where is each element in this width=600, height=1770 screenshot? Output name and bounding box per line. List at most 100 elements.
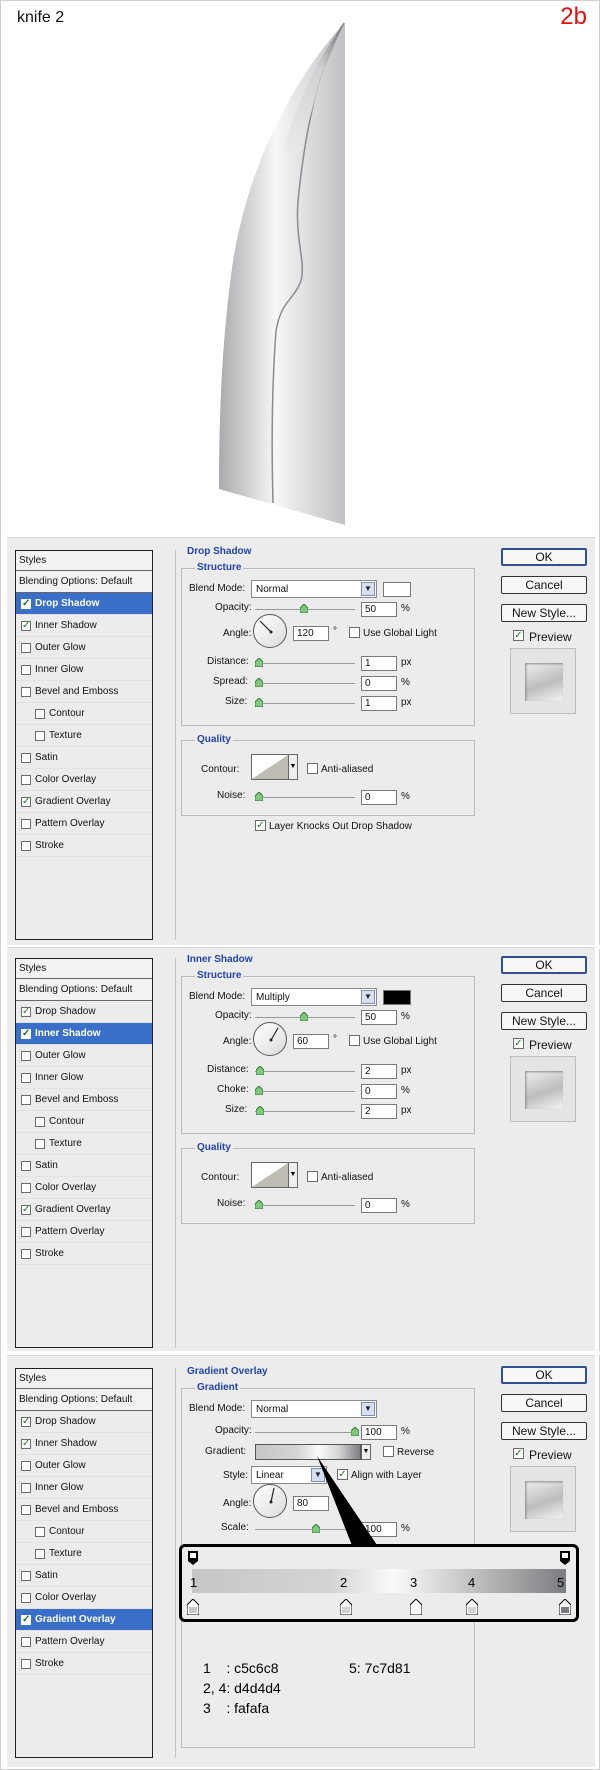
color-stop-icon[interactable] — [466, 1599, 478, 1615]
slider-thumb-icon[interactable] — [300, 1012, 308, 1021]
checkbox[interactable] — [21, 1571, 31, 1581]
preview-checkbox[interactable]: ✓ — [513, 1448, 524, 1459]
style-stroke[interactable]: Stroke — [16, 1653, 152, 1675]
chevron-down-icon[interactable]: ▼ — [288, 754, 298, 780]
style-texture[interactable]: Texture — [16, 1133, 152, 1155]
size-slider[interactable] — [255, 703, 355, 704]
distance-slider[interactable] — [255, 663, 355, 664]
angle-dial[interactable] — [253, 1022, 287, 1056]
style-pattern-overlay[interactable]: Pattern Overlay — [16, 1631, 152, 1653]
style-satin[interactable]: Satin — [16, 747, 152, 769]
new-style-button[interactable]: New Style... — [501, 604, 587, 622]
checkbox[interactable] — [21, 665, 31, 675]
color-stop-icon[interactable] — [187, 1599, 199, 1615]
style-pattern-overlay[interactable]: Pattern Overlay — [16, 1221, 152, 1243]
style-outer-glow[interactable]: Outer Glow — [16, 1045, 152, 1067]
ok-button[interactable]: OK — [501, 956, 587, 974]
checkbox[interactable]: ✓ — [21, 1439, 31, 1449]
cancel-button[interactable]: Cancel — [501, 984, 587, 1002]
style-inner-glow[interactable]: Inner Glow — [16, 1477, 152, 1499]
style-drop-shadow[interactable]: ✓ Drop Shadow — [16, 1001, 152, 1023]
style-color-overlay[interactable]: Color Overlay — [16, 1177, 152, 1199]
checkbox[interactable] — [21, 1505, 31, 1515]
checkbox[interactable] — [21, 1051, 31, 1061]
opacity-input[interactable]: 50 — [361, 1010, 397, 1025]
style-contour[interactable]: Contour — [16, 1111, 152, 1133]
checkbox[interactable] — [21, 1637, 31, 1647]
style-stroke[interactable]: Stroke — [16, 1243, 152, 1265]
style-pattern-overlay[interactable]: Pattern Overlay — [16, 813, 152, 835]
style-inner-glow[interactable]: Inner Glow — [16, 659, 152, 681]
checkbox[interactable]: ✓ — [21, 599, 31, 609]
cancel-button[interactable]: Cancel — [501, 576, 587, 594]
distance-input[interactable]: 2 — [361, 1064, 397, 1079]
styles-header[interactable]: Styles — [16, 551, 152, 571]
checkbox[interactable] — [21, 841, 31, 851]
style-inner-glow[interactable]: Inner Glow — [16, 1067, 152, 1089]
checkbox[interactable] — [21, 1183, 31, 1193]
style-contour[interactable]: Contour — [16, 1521, 152, 1543]
checkbox[interactable] — [35, 709, 45, 719]
use-global-light-checkbox[interactable] — [349, 627, 360, 638]
opacity-slider[interactable] — [255, 1432, 355, 1433]
shadow-color-swatch[interactable] — [383, 990, 411, 1005]
chevron-down-icon[interactable]: ▼ — [288, 1162, 298, 1188]
spread-input[interactable]: 0 — [361, 676, 397, 691]
style-outer-glow[interactable]: Outer Glow — [16, 637, 152, 659]
style-bevel-emboss[interactable]: Bevel and Emboss — [16, 1499, 152, 1521]
styles-header[interactable]: Styles — [16, 959, 152, 979]
checkbox[interactable] — [21, 753, 31, 763]
checkbox[interactable]: ✓ — [21, 797, 31, 807]
style-inner-shadow[interactable]: ✓ Inner Shadow — [16, 1023, 152, 1045]
angle-input[interactable]: 120 — [293, 626, 329, 641]
checkbox[interactable]: ✓ — [21, 1205, 31, 1215]
anti-aliased-checkbox[interactable] — [307, 1171, 318, 1182]
style-stroke[interactable]: Stroke — [16, 835, 152, 857]
opacity-stop-icon[interactable] — [188, 1551, 198, 1565]
checkbox[interactable] — [35, 731, 45, 741]
checkbox[interactable]: ✓ — [21, 1417, 31, 1427]
size-input[interactable]: 2 — [361, 1104, 397, 1119]
angle-input[interactable]: 60 — [293, 1034, 329, 1049]
size-input[interactable]: 1 — [361, 696, 397, 711]
noise-input[interactable]: 0 — [361, 790, 397, 805]
style-gradient-overlay[interactable]: ✓ Gradient Overlay — [16, 1609, 152, 1631]
checkbox[interactable] — [21, 1461, 31, 1471]
style-color-overlay[interactable]: Color Overlay — [16, 769, 152, 791]
style-color-overlay[interactable]: Color Overlay — [16, 1587, 152, 1609]
preview-checkbox[interactable]: ✓ — [513, 1038, 524, 1049]
blend-mode-select[interactable]: Multiply ▼ — [251, 988, 377, 1006]
checkbox[interactable] — [35, 1117, 45, 1127]
knocks-out-checkbox[interactable]: ✓ — [255, 820, 266, 831]
checkbox[interactable] — [21, 1227, 31, 1237]
checkbox[interactable] — [21, 1659, 31, 1669]
choke-slider[interactable] — [255, 1091, 355, 1092]
style-satin[interactable]: Satin — [16, 1565, 152, 1587]
blend-mode-select[interactable]: Normal ▼ — [251, 1400, 377, 1418]
checkbox[interactable] — [21, 819, 31, 829]
anti-aliased-checkbox[interactable] — [307, 763, 318, 774]
angle-dial[interactable] — [253, 614, 287, 648]
style-bevel-emboss[interactable]: Bevel and Emboss — [16, 1089, 152, 1111]
cancel-button[interactable]: Cancel — [501, 1394, 587, 1412]
distance-slider[interactable] — [255, 1071, 355, 1072]
slider-thumb-icon[interactable] — [256, 1106, 264, 1115]
noise-slider[interactable] — [255, 1205, 355, 1206]
style-bevel-emboss[interactable]: Bevel and Emboss — [16, 681, 152, 703]
ok-button[interactable]: OK — [501, 1366, 587, 1384]
style-gradient-overlay[interactable]: ✓ Gradient Overlay — [16, 1199, 152, 1221]
preview-checkbox[interactable]: ✓ — [513, 630, 524, 641]
slider-thumb-icon[interactable] — [255, 658, 263, 667]
gradient-bar[interactable] — [192, 1569, 566, 1593]
new-style-button[interactable]: New Style... — [501, 1012, 587, 1030]
opacity-input[interactable]: 100 — [361, 1425, 397, 1440]
color-stop-icon[interactable] — [559, 1599, 571, 1615]
checkbox[interactable] — [21, 1249, 31, 1259]
ok-button[interactable]: OK — [501, 548, 587, 566]
angle-dial[interactable] — [253, 1484, 287, 1518]
checkbox[interactable] — [21, 1483, 31, 1493]
checkbox[interactable] — [35, 1527, 45, 1537]
style-texture[interactable]: Texture — [16, 725, 152, 747]
style-inner-shadow[interactable]: ✓ Inner Shadow — [16, 615, 152, 637]
checkbox[interactable]: ✓ — [21, 1615, 31, 1625]
